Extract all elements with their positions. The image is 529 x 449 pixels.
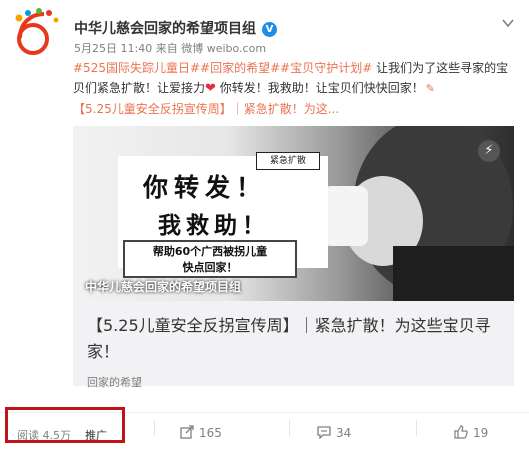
chevron-down-icon[interactable] [502, 18, 514, 28]
image-callout-2: 快点回家！ [182, 261, 238, 274]
source-prefix: 来自 [155, 42, 178, 55]
divider [289, 420, 290, 436]
bolt-icon[interactable]: ⚡ [478, 140, 500, 162]
thumbs-up-icon [454, 425, 468, 439]
image-headline-2: 我救助！ [158, 213, 270, 239]
like-count: 19 [473, 426, 489, 440]
repost-count: 165 [199, 426, 222, 440]
like-button[interactable]: 19 [454, 425, 488, 440]
post-text: #525国际失踪儿童日##回家的希望##宝贝守护计划# 让我们为了这些寻家的宝贝… [73, 58, 518, 119]
divider [154, 420, 155, 436]
post-time[interactable]: 5月25日 11:40 [74, 42, 152, 55]
hashtag[interactable]: #525国际失踪儿童日# [73, 61, 200, 75]
repost-icon [180, 425, 194, 439]
post-body-2: 你转发！我救助！让宝贝们快快回家！ [215, 81, 424, 95]
hashtag[interactable]: #回家的希望# [200, 61, 280, 75]
heart-icon: ❤ [205, 81, 216, 96]
verified-icon: V [262, 22, 277, 37]
article-link[interactable]: 【5.25儿童安全反拐宣传周】｜紧急扩散！为这... [73, 102, 339, 116]
comment-button[interactable]: 34 [317, 425, 351, 440]
image-callout-1: 帮助60个广西被拐儿童 [152, 245, 268, 258]
highlight-box [5, 407, 125, 443]
comment-icon [317, 426, 331, 440]
account-name[interactable]: 中华儿慈会回家的希望项目组 V [74, 18, 277, 38]
article-image[interactable]: 紧急扩散 你转发！ 我救助！ 帮助60个广西被拐儿童 快点回家！ 中华儿慈会回家… [73, 126, 514, 301]
comment-count: 34 [336, 426, 352, 440]
post-source[interactable]: 微博 weibo.com [181, 42, 266, 55]
post-meta: 5月25日 11:40 来自 微博 weibo.com [74, 40, 266, 56]
article-title[interactable]: 【5.25儿童安全反拐宣传周】｜紧急扩散！为这些宝贝寻家！ [87, 313, 505, 365]
org-logo[interactable] [10, 8, 62, 58]
account-name-text[interactable]: 中华儿慈会回家的希望项目组 [74, 21, 256, 37]
edit-icon: ✎ [425, 82, 435, 95]
repost-button[interactable]: 165 [180, 425, 222, 440]
article-card[interactable]: 紧急扩散 你转发！ 我救助！ 帮助60个广西被拐儿童 快点回家！ 中华儿慈会回家… [73, 126, 514, 389]
image-headline-1: 你转发！ [143, 173, 268, 202]
post-header: 中华儿慈会回家的希望项目组 V 5月25日 11:40 来自 微博 weibo.c… [10, 8, 520, 58]
hashtag[interactable]: #宝贝守护计划# [280, 61, 372, 75]
divider [416, 420, 417, 436]
image-callout-box: 帮助60个广西被拐儿童 快点回家！ [123, 240, 297, 278]
image-caption: 中华儿慈会回家的希望项目组 [85, 280, 242, 294]
article-source: 回家的希望 [87, 376, 142, 389]
